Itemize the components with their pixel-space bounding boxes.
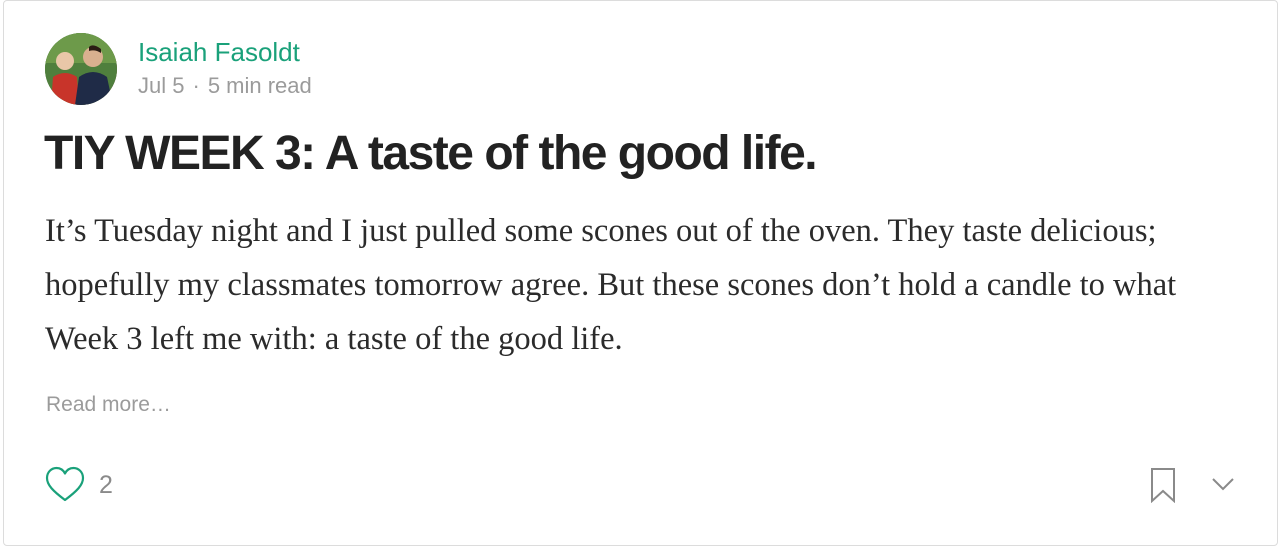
avatar-photo (45, 33, 117, 105)
chevron-down-icon (1212, 478, 1234, 491)
post-date[interactable]: Jul 5 (138, 73, 184, 98)
author-avatar[interactable] (45, 33, 117, 105)
post-title[interactable]: TIY WEEK 3: A taste of the good life. (44, 119, 818, 189)
post-excerpt[interactable]: It’s Tuesday night and I just pulled som… (45, 204, 1255, 366)
post-meta: Jul 5 · 5 min read (138, 71, 312, 101)
heart-outline-icon (45, 466, 85, 502)
post-card: Isaiah Fasoldt Jul 5 · 5 min read TIY WEEK… (3, 0, 1278, 546)
like-count[interactable]: 2 (99, 469, 113, 501)
more-options-button[interactable] (1210, 475, 1236, 493)
author-name-link[interactable]: Isaiah Fasoldt (138, 34, 300, 70)
bookmark-outline-icon (1151, 468, 1175, 504)
meta-separator: · (192, 73, 200, 98)
read-time: 5 min read (207, 73, 312, 98)
like-button[interactable] (45, 466, 85, 504)
bookmark-button[interactable] (1150, 467, 1176, 504)
read-more-link[interactable]: Read more… (46, 390, 171, 420)
